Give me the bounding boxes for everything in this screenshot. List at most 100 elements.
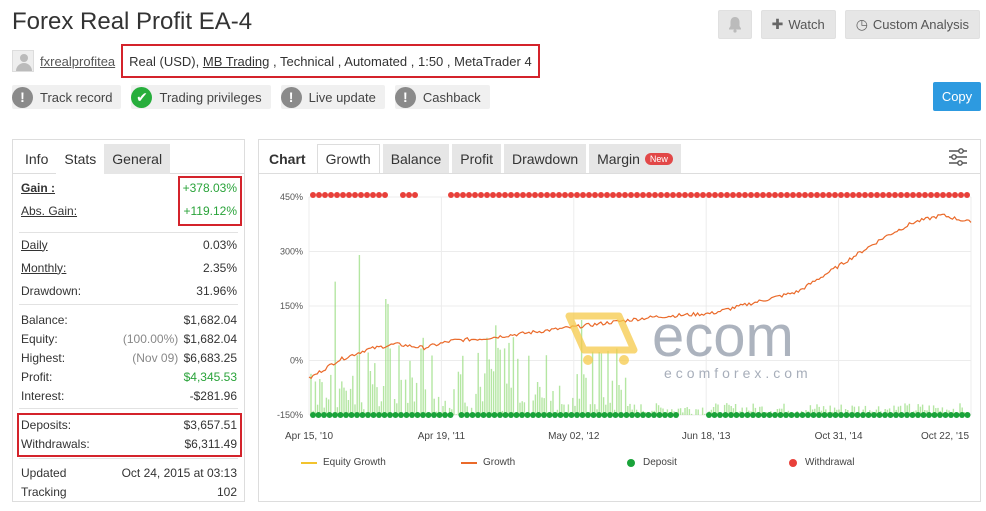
withdrawal-dot [550,192,556,198]
withdrawal-dot [922,192,928,198]
highlight-box [178,176,242,226]
tab-balance[interactable]: Balance [382,144,450,173]
top-buttons: ✚ Watch ◷ Custom Analysis [717,10,980,39]
withdrawal-dot [574,192,580,198]
deposit-dot [618,412,624,418]
deposit-dot [557,412,564,418]
stat-label[interactable]: Gain : [21,181,55,195]
tab-stats[interactable]: Stats [56,144,105,174]
stat-value: 2.35% [202,260,237,275]
withdrawal-dot [868,192,874,198]
withdrawal-dot [820,192,826,198]
tab-margin[interactable]: Margin New [589,144,681,173]
withdrawal-dot [772,192,778,198]
check-icon: ✔ [131,86,153,108]
deposit-dot [612,412,619,418]
badge-trading-privileges[interactable]: ✔ Trading privileges [131,85,271,109]
deposit-dot [502,412,509,418]
deposit-dot [491,412,498,418]
deposit-dot [359,412,366,418]
withdrawal-dot [544,192,550,198]
badge-label: Cashback [422,89,481,105]
deposit-dot [838,412,844,418]
legend-growth[interactable]: Growth [461,457,627,468]
deposit-dot [854,412,861,418]
withdrawal-dot [886,192,892,198]
deposit-dot [931,412,938,418]
deposit-dot [332,412,338,418]
deposit-dot [733,412,740,418]
tab-info[interactable]: Info [17,144,56,174]
deposit-dot [876,412,883,418]
withdrawal-dot [670,192,676,198]
badge-cashback[interactable]: ! Cashback [394,85,490,109]
tab-general[interactable]: General [104,144,171,174]
withdrawal-dot [508,192,514,198]
withdrawal-dot [598,192,604,198]
withdrawal-dot [958,192,964,198]
withdrawal-dot [778,192,784,198]
deposit-dot [711,412,718,418]
stat-label[interactable]: Abs. Gain: [21,204,77,218]
deposit-dot [464,412,470,418]
stat-note: (100.00%) [122,331,179,346]
deposit-dot [519,412,525,418]
y-tick-label: 450% [280,192,303,202]
deposit-dot [948,412,954,418]
deposit-dot [964,412,971,418]
deposit-dot [634,412,641,418]
watch-button[interactable]: ✚ Watch [760,10,836,39]
stat-label[interactable]: Daily [21,238,48,252]
y-tick-label: 150% [280,301,303,311]
legend-deposit[interactable]: Deposit [627,457,789,468]
legend-label: Withdrawal [805,457,855,468]
watermark-text: ecomforex.com [664,365,812,381]
stat-tracking: Tracking 102 [21,482,237,501]
tab-drawdown[interactable]: Drawdown [503,144,587,173]
stats-tabs: Info Stats General [13,140,244,174]
deposit-dot [563,412,569,418]
legend-swatch [461,461,477,464]
withdrawal-dot [706,192,712,198]
username-link[interactable]: fxrealprofitea [40,54,115,69]
stat-value-wrap: (Nov 09) $6,683.25 [132,351,237,365]
deposit-dot [761,412,767,418]
withdrawal-dot [826,192,832,198]
copy-button[interactable]: Copy [933,82,981,111]
avatar[interactable] [12,50,34,72]
legend-equity-growth[interactable]: Equity Growth [301,457,461,468]
withdrawal-dot [526,192,532,198]
deposit-dot [739,412,745,418]
chart-settings-icon[interactable] [948,148,968,166]
custom-analysis-button[interactable]: ◷ Custom Analysis [844,10,980,39]
deposit-dot [486,412,492,418]
notification-button[interactable] [717,10,752,39]
withdrawal-dot [796,192,802,198]
deposit-dot [832,412,839,418]
deposit-dot [442,412,448,418]
withdrawal-dot [898,192,904,198]
withdrawal-dot [328,192,334,198]
tab-growth[interactable]: Growth [316,144,380,173]
legend-withdrawal[interactable]: Withdrawal [789,457,854,468]
deposit-dot [887,412,894,418]
warning-icon: ! [280,86,302,108]
stat-label[interactable]: Monthly: [21,261,66,275]
plus-icon: ✚ [771,16,784,32]
tab-profit[interactable]: Profit [452,144,501,173]
stat-balance: Balance: $1,682.04 [21,310,237,329]
deposit-dot [783,412,789,418]
broker-link[interactable]: MB Trading [203,54,269,69]
badge-track-record[interactable]: ! Track record [12,85,122,109]
deposit-dot [326,412,333,418]
badge-live-update[interactable]: ! Live update [280,85,385,109]
deposit-dot [524,412,531,418]
withdrawal-dot [790,192,796,198]
deposit-dot [937,412,943,418]
withdrawal-dot [952,192,958,198]
deposit-dot [568,412,575,418]
stat-label: Balance: [21,312,68,327]
deposit-dot [365,412,371,418]
deposit-dot [513,412,520,418]
withdrawal-dot [844,192,850,198]
